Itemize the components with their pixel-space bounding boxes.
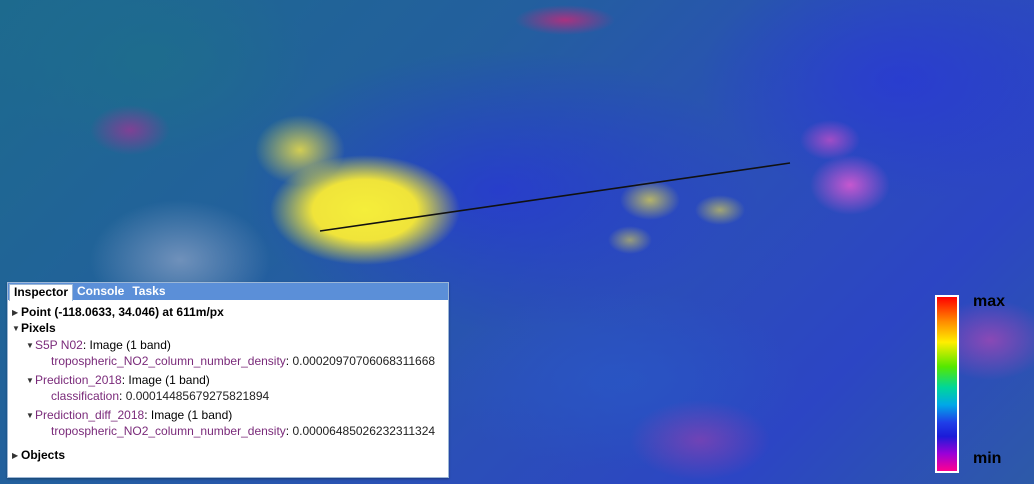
layer-name: S5P N02 [35,338,83,352]
band-row-prediction-diff: tropospheric_NO2_column_number_density: … [51,424,436,438]
layer-row-prediction-diff[interactable]: ▼Prediction_diff_2018: Image (1 band) [26,408,232,423]
band-value: 0.00006485026232311324 [292,424,436,438]
collapse-down-icon[interactable]: ▼ [12,322,21,336]
transect-segment [319,162,791,232]
color-legend-bar [935,295,959,473]
pixels-header: Pixels [21,321,56,335]
expand-right-icon[interactable]: ▶ [12,306,21,320]
expand-right-icon[interactable]: ▶ [12,449,21,463]
legend-min-label: min [973,450,1002,467]
collapse-down-icon[interactable]: ▼ [26,339,35,353]
point-line: Point (-118.0633, 34.046) at 611m/px [21,305,224,319]
collapse-down-icon[interactable]: ▼ [26,409,35,423]
layer-type: : Image (1 band) [121,373,210,387]
layer-row-prediction[interactable]: ▼Prediction_2018: Image (1 band) [26,373,210,388]
layer-name: Prediction_diff_2018 [35,408,145,422]
band-row-s5p: tropospheric_NO2_column_number_density: … [51,354,436,368]
layer-row-s5p[interactable]: ▼S5P N02: Image (1 band) [26,338,171,353]
tab-tasks[interactable]: Tasks [128,284,169,300]
band-row-prediction: classification: 0.00014485679275821894 [51,389,270,403]
band-name: classification [51,389,120,403]
objects-header: Objects [21,448,66,462]
legend-max-label: max [973,293,1006,310]
layer-type: : Image (1 band) [82,338,171,352]
band-value: 0.00020970706068311668 [292,354,436,368]
inspector-tabbar: Inspector Console Tasks [8,283,448,301]
pixels-row[interactable]: ▼Pixels [12,321,56,336]
band-name: tropospheric_NO2_column_number_density [51,424,286,438]
collapse-down-icon[interactable]: ▼ [26,374,35,388]
band-value: 0.00014485679275821894 [125,389,270,403]
inspector-panel: Inspector Console Tasks ▶ Point (-118.063… [7,282,449,478]
layer-type: : Image (1 band) [144,408,233,422]
point-row[interactable]: ▶ Point (-118.0633, 34.046) at 611m/px [12,305,224,320]
band-name: tropospheric_NO2_column_number_density [51,354,286,368]
layer-name: Prediction_2018 [35,373,122,387]
tab-console[interactable]: Console [73,284,128,300]
objects-row[interactable]: ▶ Objects [12,448,65,463]
tab-inspector[interactable]: Inspector [9,284,74,301]
